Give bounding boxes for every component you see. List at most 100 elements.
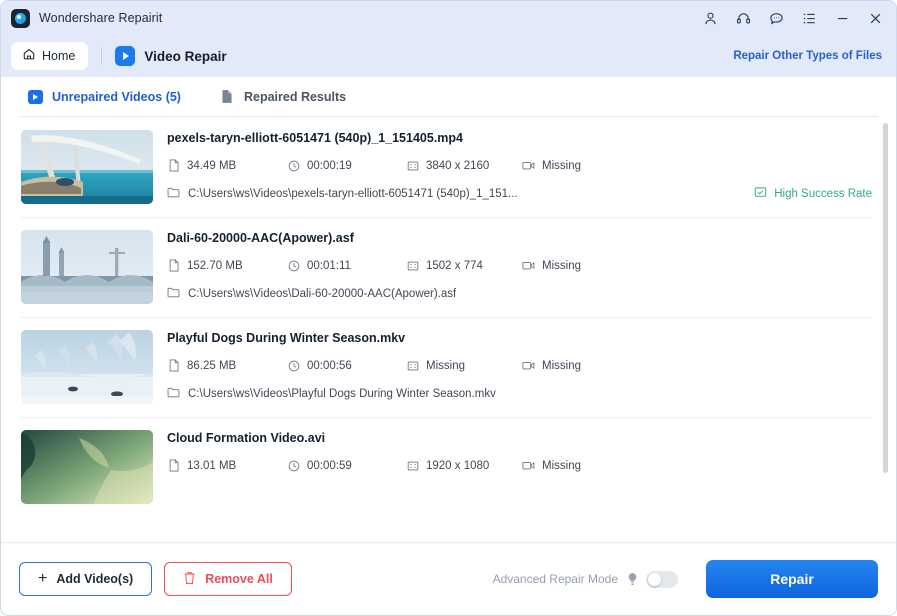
video-list-item[interactable]: Playful Dogs During Winter Season.mkv 86… (5, 317, 892, 417)
video-path-line: C:\Users\ws\Videos\Dali-60-20000-AAC(Apo… (167, 286, 872, 301)
video-size: 86.25 MB (167, 359, 287, 372)
clock-icon (287, 459, 300, 472)
video-resolution: 1920 x 1080 (406, 459, 522, 472)
section-title: Video Repair (144, 49, 226, 64)
clock-icon (287, 159, 300, 172)
success-rate-label: High Success Rate (774, 188, 872, 200)
video-resolution: Missing (406, 359, 522, 372)
clock-icon (287, 359, 300, 372)
content-card: Unrepaired Videos (5) Repaired Results (5, 77, 892, 542)
folder-icon (167, 186, 180, 201)
video-path: C:\Users\ws\Videos\pexels-taryn-elliott-… (188, 188, 518, 200)
bulb-info-icon[interactable] (625, 572, 639, 587)
advanced-repair-mode-toggle[interactable] (646, 571, 678, 588)
camera-icon (522, 159, 535, 172)
camera-icon (522, 459, 535, 472)
camera-icon (522, 259, 535, 272)
add-videos-button[interactable]: + Add Video(s) (19, 562, 152, 596)
video-size-value: 13.01 MB (187, 460, 236, 472)
resolution-icon (406, 159, 419, 172)
video-codec-value: Missing (542, 360, 581, 372)
video-size-value: 152.70 MB (187, 260, 243, 272)
video-duration-value: 00:00:59 (307, 460, 352, 472)
app-window: Wondershare Repairit (0, 0, 897, 616)
tab-unrepaired-videos[interactable]: Unrepaired Videos (5) (27, 89, 181, 105)
video-list-item[interactable]: pexels-taryn-elliott-6051471 (540p)_1_15… (5, 117, 892, 217)
video-file-name: pexels-taryn-elliott-6051471 (540p)_1_15… (167, 131, 872, 145)
resolution-icon (406, 359, 419, 372)
minimize-icon[interactable] (834, 10, 851, 27)
success-check-icon (754, 186, 767, 201)
video-codec: Missing (522, 159, 581, 172)
video-meta: 34.49 MB 00:00:19 (167, 159, 872, 172)
document-tab-icon (219, 89, 235, 105)
home-icon (22, 47, 36, 66)
home-label: Home (42, 49, 75, 63)
video-meta: 13.01 MB 00:00:59 (167, 459, 872, 472)
menu-list-icon[interactable] (801, 10, 818, 27)
video-duration-value: 00:01:11 (307, 260, 351, 272)
video-duration-value: 00:00:56 (307, 360, 352, 372)
video-resolution-value: 1920 x 1080 (426, 460, 489, 472)
video-meta: 86.25 MB 00:00:56 (167, 359, 872, 372)
video-resolution: 1502 x 774 (406, 259, 522, 272)
app-title: Wondershare Repairit (39, 11, 162, 25)
video-path: C:\Users\ws\Videos\Dali-60-20000-AAC(Apo… (188, 288, 456, 300)
video-resolution: 3840 x 2160 (406, 159, 522, 172)
success-rate-badge: High Success Rate (742, 186, 872, 201)
video-tab-icon (27, 89, 43, 105)
video-resolution-value: Missing (426, 360, 465, 372)
video-thumbnail (21, 230, 153, 304)
advanced-repair-mode-label: Advanced Repair Mode (493, 572, 618, 586)
video-duration: 00:00:19 (287, 159, 406, 172)
video-thumbnail (21, 430, 153, 504)
video-repair-section: Video Repair (115, 46, 226, 66)
scrollbar-thumb[interactable] (883, 123, 888, 473)
video-size: 34.49 MB (167, 159, 287, 172)
title-bar: Wondershare Repairit (1, 1, 896, 35)
add-videos-label: Add Video(s) (56, 572, 133, 586)
account-icon[interactable] (702, 10, 719, 27)
video-path-line: C:\Users\ws\Videos\Playful Dogs During W… (167, 386, 872, 401)
video-meta: 152.70 MB 00:01:11 (167, 259, 872, 272)
clock-icon (287, 259, 300, 272)
video-repair-icon (115, 46, 135, 66)
headset-icon[interactable] (735, 10, 752, 27)
list-scrollbar[interactable] (883, 123, 888, 536)
repair-other-types-link[interactable]: Repair Other Types of Files (733, 50, 882, 62)
video-file-name: Cloud Formation Video.avi (167, 431, 872, 445)
video-thumbnail (21, 130, 153, 204)
video-codec: Missing (522, 459, 581, 472)
video-thumbnail (21, 330, 153, 404)
remove-all-label: Remove All (205, 572, 273, 586)
folder-icon (167, 286, 180, 301)
home-button[interactable]: Home (11, 42, 88, 70)
video-codec-value: Missing (542, 460, 581, 472)
plus-icon: + (38, 571, 47, 587)
nav-divider (101, 47, 102, 65)
video-size-value: 34.49 MB (187, 160, 236, 172)
file-icon (167, 459, 180, 472)
app-logo-icon (11, 9, 30, 28)
video-duration: 00:00:59 (287, 459, 406, 472)
video-size-value: 86.25 MB (187, 360, 236, 372)
trash-icon (183, 571, 196, 588)
repair-button[interactable]: Repair (706, 560, 878, 598)
tab-repaired-results[interactable]: Repaired Results (219, 89, 346, 105)
feedback-icon[interactable] (768, 10, 785, 27)
video-file-name: Dali-60-20000-AAC(Apower).asf (167, 231, 872, 245)
close-icon[interactable] (867, 10, 884, 27)
remove-all-button[interactable]: Remove All (164, 562, 292, 596)
folder-icon (167, 386, 180, 401)
video-codec-value: Missing (542, 160, 581, 172)
video-resolution-value: 3840 x 2160 (426, 160, 489, 172)
camera-icon (522, 359, 535, 372)
file-icon (167, 259, 180, 272)
video-duration: 00:01:11 (287, 259, 406, 272)
video-list-item[interactable]: Dali-60-20000-AAC(Apower).asf 152.70 MB (5, 217, 892, 317)
file-icon (167, 359, 180, 372)
video-codec: Missing (522, 359, 581, 372)
tab-unrepaired-videos-label: Unrepaired Videos (5) (52, 90, 181, 104)
video-codec: Missing (522, 259, 581, 272)
video-list-item[interactable]: Cloud Formation Video.avi 13.01 MB (5, 417, 892, 517)
